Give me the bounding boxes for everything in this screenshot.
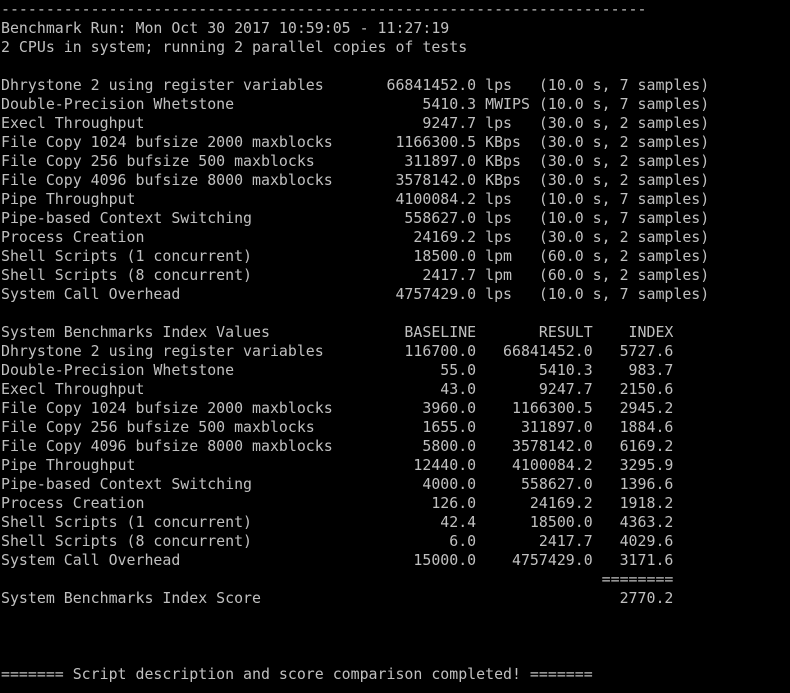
terminal-line: File Copy 4096 bufsize 8000 maxblocks 58… bbox=[1, 437, 674, 455]
terminal-line: Shell Scripts (8 concurrent) 2417.7 lpm … bbox=[1, 266, 710, 284]
terminal-line: Dhrystone 2 using register variables 116… bbox=[1, 342, 674, 360]
terminal-line: Pipe-based Context Switching 558627.0 lp… bbox=[1, 209, 710, 227]
terminal-line: ======= Script description and score com… bbox=[1, 665, 593, 683]
terminal-line: Shell Scripts (8 concurrent) 6.0 2417.7 … bbox=[1, 532, 674, 550]
terminal-line: ======== bbox=[1, 570, 674, 588]
terminal-line: Double-Precision Whetstone 5410.3 MWIPS … bbox=[1, 95, 710, 113]
terminal-line: Execl Throughput 43.0 9247.7 2150.6 bbox=[1, 380, 674, 398]
terminal-line: Process Creation 126.0 24169.2 1918.2 bbox=[1, 494, 674, 512]
terminal-line: File Copy 256 bufsize 500 maxblocks 1655… bbox=[1, 418, 674, 436]
terminal-line: 2 CPUs in system; running 2 parallel cop… bbox=[1, 38, 468, 56]
terminal-line: System Call Overhead 15000.0 4757429.0 3… bbox=[1, 551, 674, 569]
terminal-line: Dhrystone 2 using register variables 668… bbox=[1, 76, 710, 94]
terminal-line: Process Creation 24169.2 lps (30.0 s, 2 … bbox=[1, 228, 710, 246]
terminal-line: Shell Scripts (1 concurrent) 18500.0 lpm… bbox=[1, 247, 710, 265]
terminal-line: ----------------------------------------… bbox=[1, 0, 647, 18]
terminal-output: ----------------------------------------… bbox=[1, 0, 709, 684]
terminal-line: System Benchmarks Index Score 2770.2 bbox=[1, 589, 674, 607]
terminal-line: Execl Throughput 9247.7 lps (30.0 s, 2 s… bbox=[1, 114, 710, 132]
terminal-line: System Call Overhead 4757429.0 lps (10.0… bbox=[1, 285, 710, 303]
terminal-line: Benchmark Run: Mon Oct 30 2017 10:59:05 … bbox=[1, 19, 450, 37]
terminal-line: Double-Precision Whetstone 55.0 5410.3 9… bbox=[1, 361, 674, 379]
terminal-line: File Copy 1024 bufsize 2000 maxblocks 11… bbox=[1, 133, 710, 151]
terminal-line: Pipe-based Context Switching 4000.0 5586… bbox=[1, 475, 674, 493]
terminal-line: Pipe Throughput 4100084.2 lps (10.0 s, 7… bbox=[1, 190, 710, 208]
terminal-line: Pipe Throughput 12440.0 4100084.2 3295.9 bbox=[1, 456, 674, 474]
terminal-line: Shell Scripts (1 concurrent) 42.4 18500.… bbox=[1, 513, 674, 531]
terminal-line: File Copy 4096 bufsize 8000 maxblocks 35… bbox=[1, 171, 710, 189]
terminal-line: File Copy 256 bufsize 500 maxblocks 3118… bbox=[1, 152, 710, 170]
terminal-line: File Copy 1024 bufsize 2000 maxblocks 39… bbox=[1, 399, 674, 417]
terminal-line: System Benchmarks Index Values BASELINE … bbox=[1, 323, 674, 341]
